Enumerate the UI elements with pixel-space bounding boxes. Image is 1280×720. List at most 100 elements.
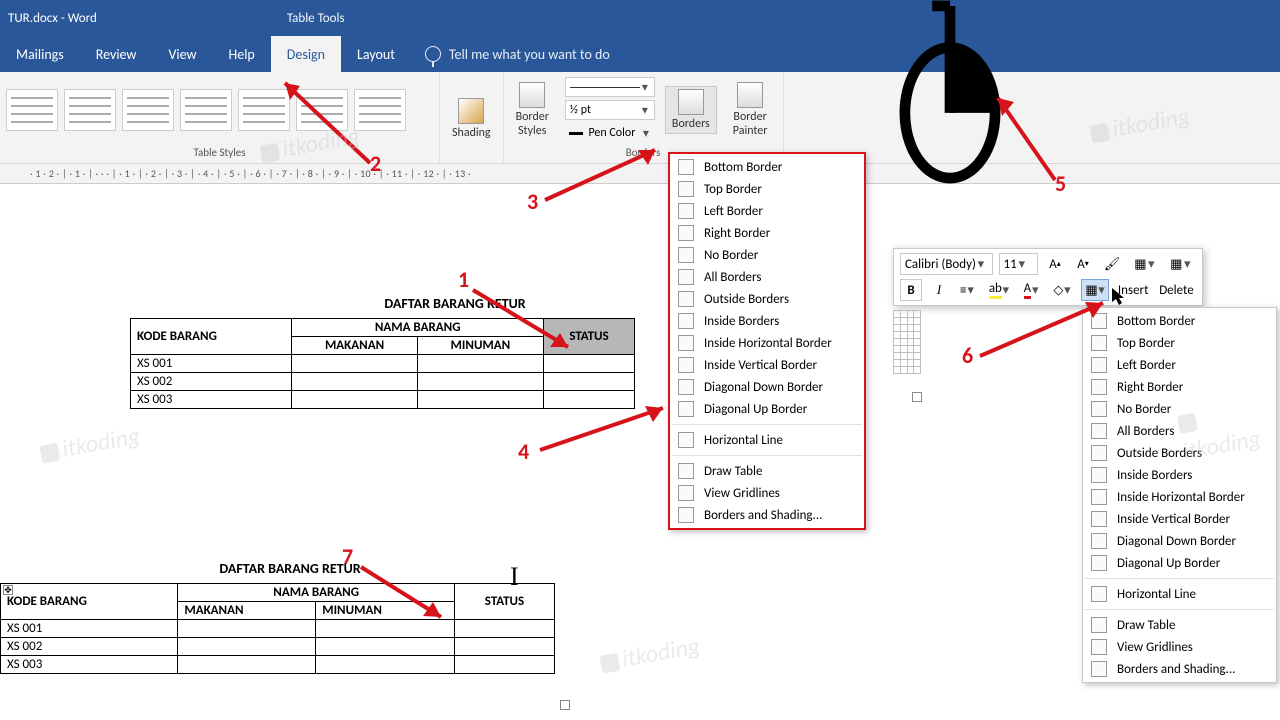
menu-item-outside-borders[interactable]: Outside Borders: [670, 288, 864, 310]
menu-item-all-borders[interactable]: All Borders: [1083, 420, 1276, 442]
menu-item-top-border[interactable]: Top Border: [1083, 332, 1276, 354]
font-color-button[interactable]: A▾: [1020, 279, 1044, 301]
borders-dropdown: Bottom BorderTop BorderLeft BorderRight …: [668, 152, 866, 530]
table-cell[interactable]: XS 001: [131, 355, 292, 373]
border-option-icon: [678, 313, 694, 329]
mini-font-select[interactable]: Calibri (Body)▾: [900, 253, 993, 275]
border-option-icon: [678, 432, 694, 448]
menu-item-borders-and-shading-[interactable]: Borders and Shading...: [670, 504, 864, 526]
menu-item-all-borders[interactable]: All Borders: [670, 266, 864, 288]
th-kode[interactable]: KODE BARANG: [131, 319, 292, 355]
menu-item-inside-vertical-border[interactable]: Inside Vertical Border: [670, 354, 864, 376]
menu-item-diagonal-down-border[interactable]: Diagonal Down Border: [1083, 530, 1276, 552]
tab-layout[interactable]: Layout: [341, 36, 411, 72]
menu-item-bottom-border[interactable]: Bottom Border: [670, 156, 864, 178]
table-2[interactable]: KODE BARANG NAMA BARANG STATUS MAKANAN M…: [0, 583, 555, 674]
menu-item-no-border[interactable]: No Border: [1083, 398, 1276, 420]
tab-view[interactable]: View: [152, 36, 212, 72]
menu-item-diagonal-up-border[interactable]: Diagonal Up Border: [1083, 552, 1276, 574]
menu-item-bottom-border[interactable]: Bottom Border: [1083, 310, 1276, 332]
th-minuman[interactable]: MINUMAN: [417, 337, 543, 355]
menu-item-left-border[interactable]: Left Border: [1083, 354, 1276, 376]
menu-item-draw-table[interactable]: Draw Table: [670, 460, 864, 482]
mini-table-resize[interactable]: [912, 392, 922, 402]
grow-font-icon[interactable]: A▴: [1044, 253, 1066, 275]
table-style-6[interactable]: [296, 89, 348, 131]
menu-item-inside-borders[interactable]: Inside Borders: [1083, 464, 1276, 486]
border-option-icon: [1091, 661, 1107, 677]
menu-item-outside-borders[interactable]: Outside Borders: [1083, 442, 1276, 464]
table-cell[interactable]: XS 003: [1, 656, 178, 674]
menu-item-view-gridlines[interactable]: View Gridlines: [1083, 636, 1276, 658]
table-style-4[interactable]: [180, 89, 232, 131]
table-style-3[interactable]: [122, 89, 174, 131]
menu-item-inside-horizontal-border[interactable]: Inside Horizontal Border: [670, 332, 864, 354]
border-option-icon: [678, 379, 694, 395]
border-option-icon: [678, 159, 694, 175]
align-button[interactable]: ≡▾: [956, 279, 979, 301]
tab-design[interactable]: Design: [271, 36, 341, 72]
menu-item-horizontal-line[interactable]: Horizontal Line: [1083, 583, 1276, 605]
table-style-7[interactable]: [354, 89, 406, 131]
tell-me[interactable]: Tell me what you want to do: [411, 46, 624, 63]
shading-button[interactable]: Shading: [446, 96, 497, 142]
table-cell[interactable]: XS 003: [131, 391, 292, 409]
delete-button[interactable]: Delete: [1157, 279, 1196, 301]
table-1[interactable]: KODE BARANG NAMA BARANG STATUS MAKANAN M…: [130, 318, 635, 409]
table-resize-handle[interactable]: [560, 700, 570, 710]
menu-item-top-border[interactable]: Top Border: [670, 178, 864, 200]
th-status[interactable]: STATUS: [454, 584, 554, 620]
th-makanan[interactable]: MAKANAN: [292, 337, 417, 355]
mini-borders-dropdown-btn[interactable]: ▦▾: [1081, 279, 1109, 301]
format-painter-icon[interactable]: 🖌: [1100, 253, 1124, 275]
border-option-icon: [678, 335, 694, 351]
menu-item-right-border[interactable]: Right Border: [670, 222, 864, 244]
border-painter-button[interactable]: Border Painter: [727, 80, 774, 140]
borders-button[interactable]: Borders: [665, 86, 717, 134]
th-status[interactable]: STATUS: [544, 319, 635, 355]
bold-button[interactable]: B: [900, 279, 922, 301]
line-weight-select[interactable]: ½ pt▾: [565, 100, 655, 120]
fill-color-button[interactable]: ◇▾: [1049, 279, 1075, 301]
tab-review[interactable]: Review: [80, 36, 153, 72]
table-cell[interactable]: XS 002: [131, 373, 292, 391]
pen-color-select[interactable]: Pen Color▾: [565, 123, 655, 143]
table-style-5[interactable]: [238, 89, 290, 131]
menu-item-inside-borders[interactable]: Inside Borders: [670, 310, 864, 332]
highlight-button[interactable]: ab▾: [985, 279, 1014, 301]
mini-size-select[interactable]: 11▾: [999, 253, 1038, 275]
menu-item-diagonal-down-border[interactable]: Diagonal Down Border: [670, 376, 864, 398]
menu-item-draw-table[interactable]: Draw Table: [1083, 614, 1276, 636]
menu-item-inside-horizontal-border[interactable]: Inside Horizontal Border: [1083, 486, 1276, 508]
table-style-2[interactable]: [64, 89, 116, 131]
th-makanan[interactable]: MAKANAN: [178, 602, 316, 620]
menu-item-no-border[interactable]: No Border: [670, 244, 864, 266]
shrink-font-icon[interactable]: A▾: [1072, 253, 1094, 275]
menu-item-borders-and-shading-[interactable]: Borders and Shading...: [1083, 658, 1276, 680]
table-cell[interactable]: XS 001: [1, 620, 178, 638]
italic-button[interactable]: I: [928, 279, 950, 301]
mini-something-btn[interactable]: ▦▾: [1166, 253, 1196, 275]
th-nama[interactable]: NAMA BARANG: [292, 319, 544, 337]
border-option-icon: [678, 507, 694, 523]
menu-item-right-border[interactable]: Right Border: [1083, 376, 1276, 398]
th-minuman[interactable]: MINUMAN: [316, 602, 455, 620]
tab-help[interactable]: Help: [213, 36, 271, 72]
menu-item-view-gridlines[interactable]: View Gridlines: [670, 482, 864, 504]
menu-item-inside-vertical-border[interactable]: Inside Vertical Border: [1083, 508, 1276, 530]
border-styles-label: Border Styles: [516, 110, 549, 138]
tab-mailings[interactable]: Mailings: [0, 36, 80, 72]
line-style-select[interactable]: ▾: [565, 77, 655, 97]
annotation-6: 6: [962, 342, 973, 369]
document-page-2: DAFTAR BARANG RETUR KODE BARANG NAMA BAR…: [0, 560, 580, 674]
mini-borders-btn[interactable]: ▦▾: [1130, 253, 1160, 275]
menu-item-left-border[interactable]: Left Border: [670, 200, 864, 222]
table-style-1[interactable]: [6, 89, 58, 131]
border-styles-button[interactable]: Border Styles: [510, 80, 555, 140]
th-nama[interactable]: NAMA BARANG: [178, 584, 455, 602]
table-cell[interactable]: XS 002: [1, 638, 178, 656]
ruler[interactable]: · 1 · 2 · | · 1 · | · · · | · 1 · | · 2 …: [0, 164, 1280, 184]
menu-item-horizontal-line[interactable]: Horizontal Line: [670, 429, 864, 451]
menu-item-diagonal-up-border[interactable]: Diagonal Up Border: [670, 398, 864, 420]
th-kode[interactable]: KODE BARANG: [1, 584, 178, 620]
